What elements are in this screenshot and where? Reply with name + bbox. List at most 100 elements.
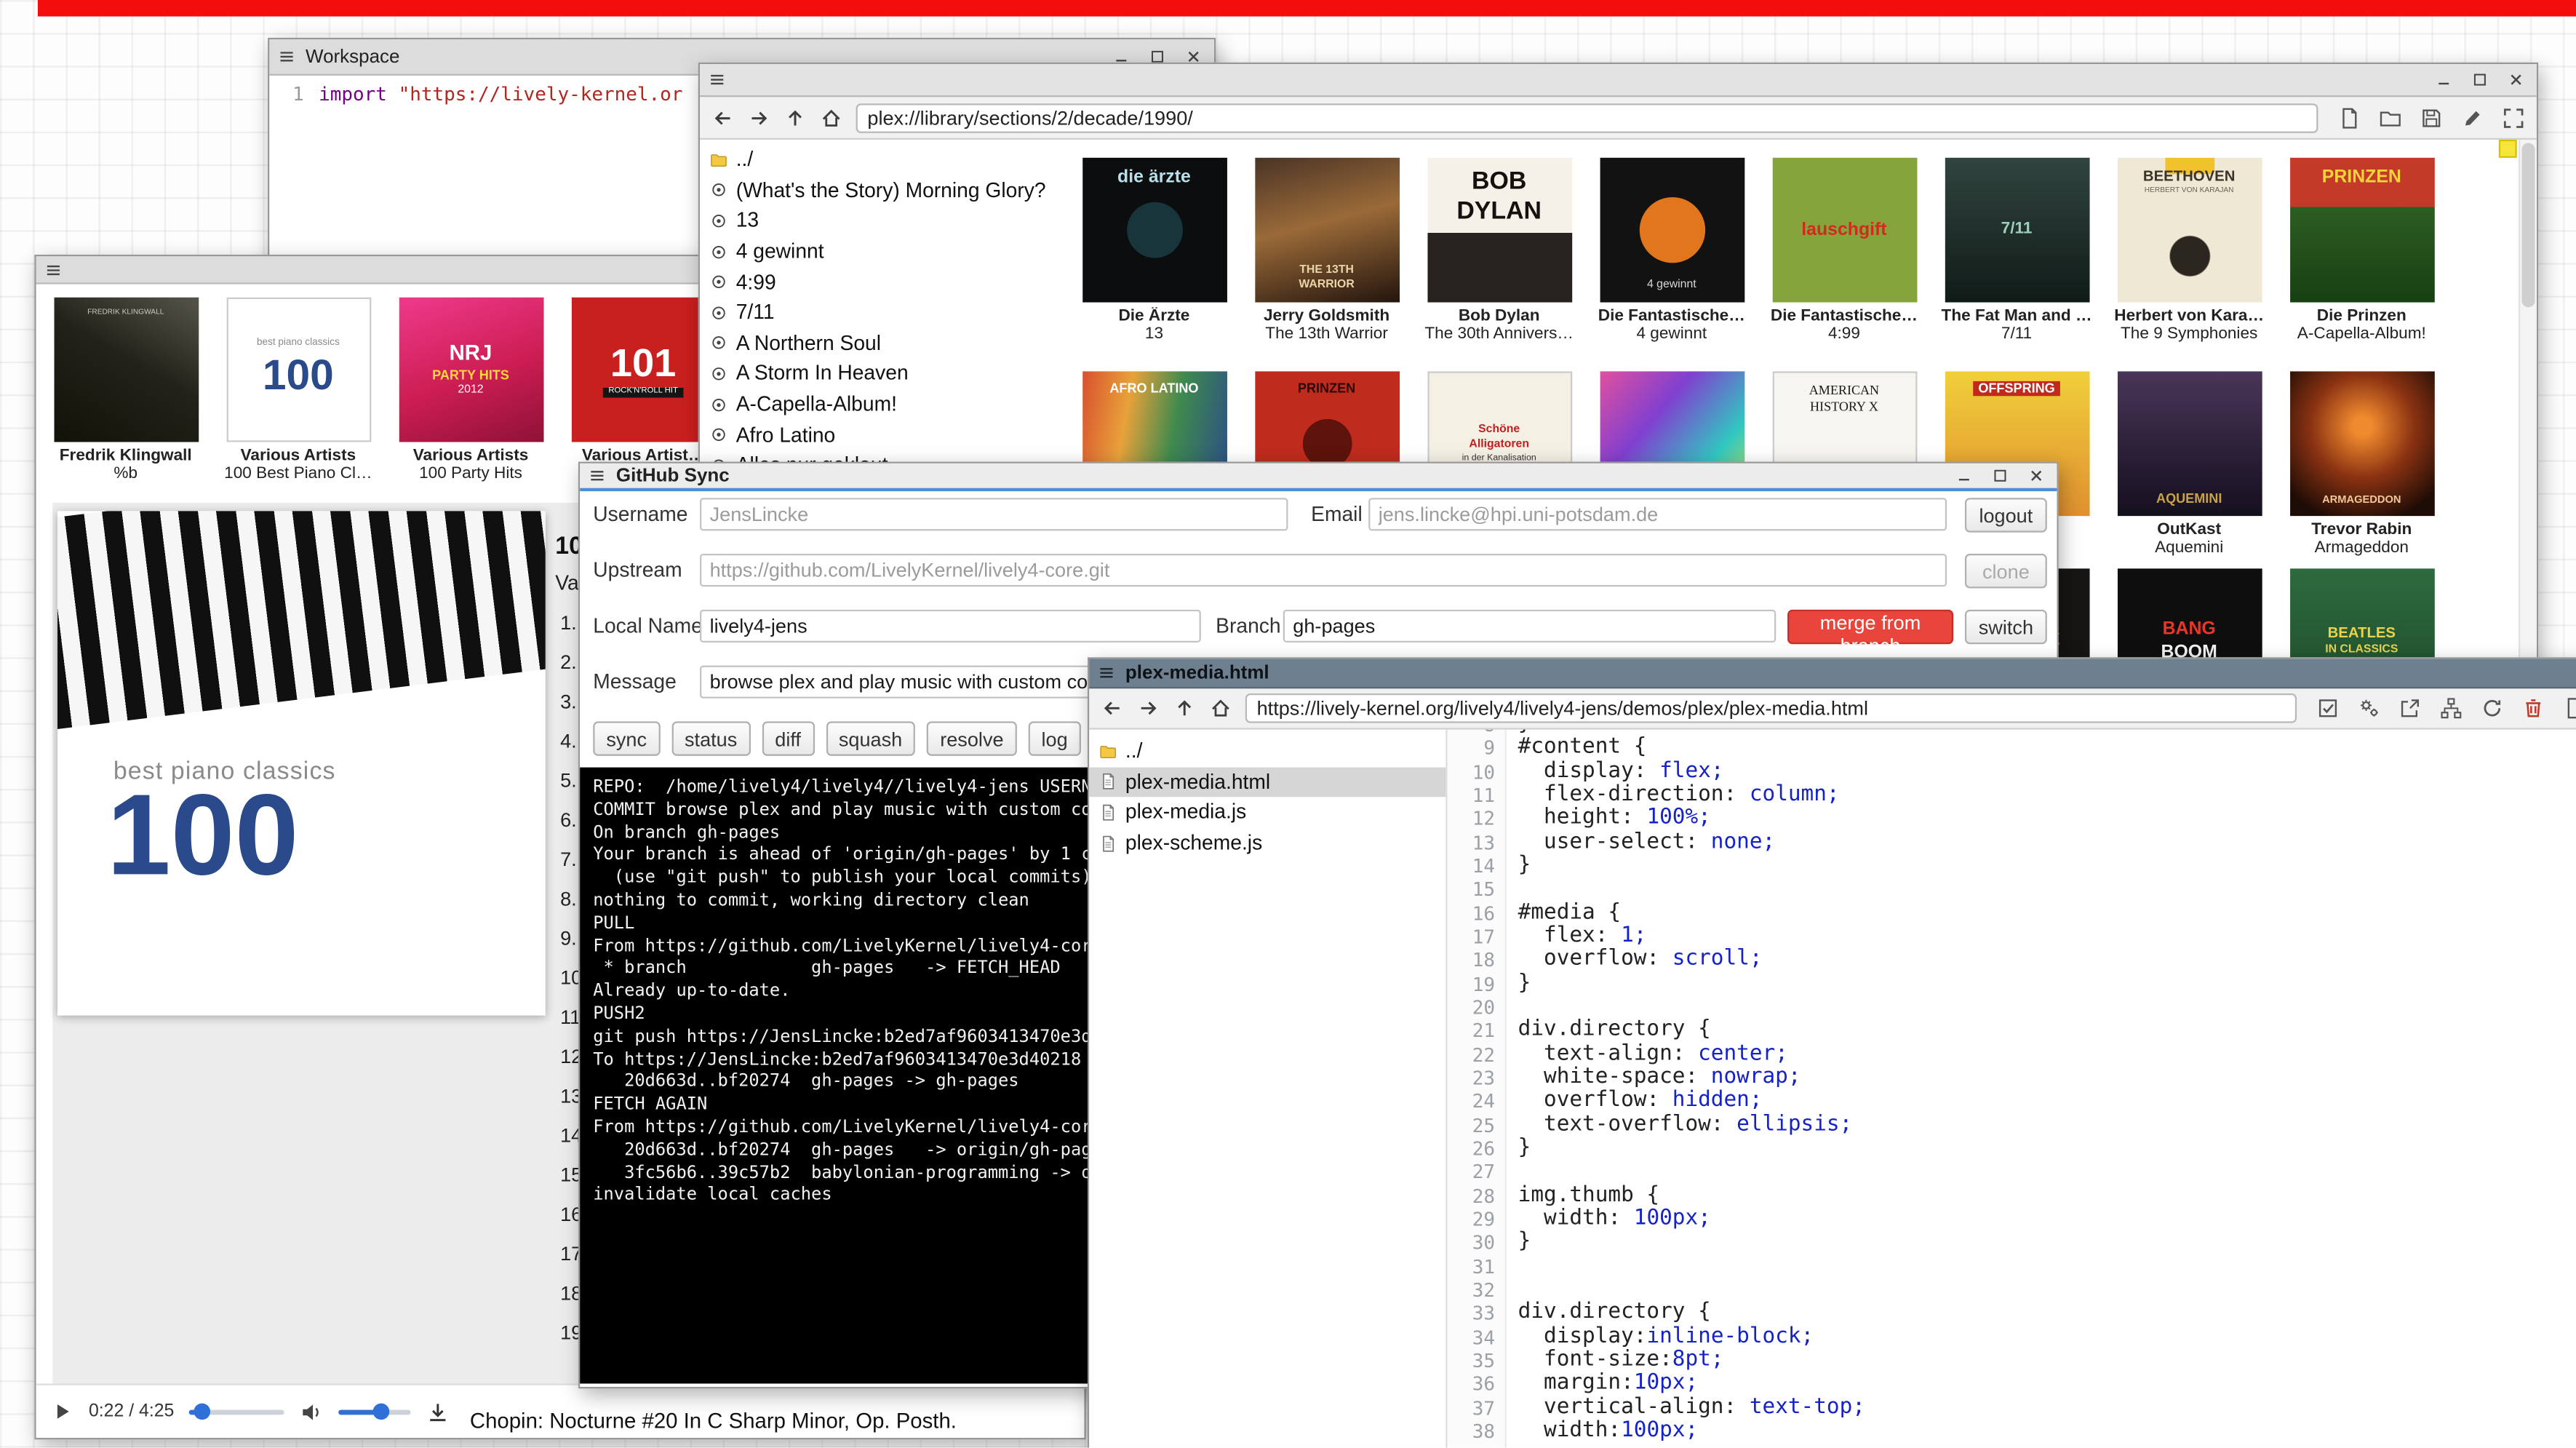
save-icon[interactable] — [2420, 106, 2443, 130]
menu-icon[interactable] — [278, 47, 296, 65]
sync-button[interactable]: sync — [593, 721, 660, 755]
refresh-icon[interactable] — [2481, 697, 2504, 720]
localname-field[interactable] — [700, 610, 1201, 643]
sitemap-icon[interactable] — [2440, 697, 2463, 720]
open-external-icon[interactable] — [2398, 697, 2422, 720]
close-button[interactable] — [2024, 465, 2049, 486]
seek-slider[interactable] — [189, 1409, 284, 1414]
album-item[interactable]: THE 13THWARRIORJerry GoldsmithThe 13th W… — [1240, 158, 1413, 343]
branch-field[interactable] — [1283, 610, 1776, 643]
sidebar-item[interactable]: (What's the Story) Morning Glory? — [700, 175, 1074, 206]
album-item[interactable]: 4 gewinntDie Fantastische…4 gewinnt — [1585, 158, 1758, 343]
github-sync-titlebar[interactable]: GitHub Sync — [580, 464, 2057, 491]
new-file-icon[interactable] — [2338, 106, 2361, 130]
diff-button[interactable]: diff — [762, 721, 814, 755]
folder-icon[interactable] — [2379, 106, 2402, 130]
sidebar-item[interactable]: A-Capella-Album! — [700, 389, 1074, 420]
cover-text: lauschgift — [1801, 220, 1886, 241]
sidebar-item[interactable]: 4:99 — [700, 267, 1074, 298]
editor-line-number: 23 — [1448, 1066, 1495, 1089]
album-title: 7/11 — [1932, 325, 2102, 343]
album-cover-art: 101ROCK'N'ROLL HIT — [571, 298, 716, 442]
sidebar-item[interactable]: Afro Latino — [700, 420, 1074, 450]
album-disc-icon — [710, 181, 728, 199]
code-editor[interactable]: 8910111213141516171819202122232425262728… — [1448, 730, 2576, 1448]
forward-icon[interactable] — [1137, 697, 1160, 720]
volume-icon[interactable] — [299, 1399, 324, 1424]
album-cover-art: AQUEMINI — [2117, 371, 2262, 516]
album-item[interactable]: die ärzteDie Ärzte13 — [1074, 158, 1240, 343]
fullscreen-icon[interactable] — [2502, 106, 2525, 130]
file-item[interactable]: plex-scheme.js — [1089, 828, 1445, 859]
album-item[interactable]: lauschgiftDie Fantastische…4:99 — [1758, 158, 1930, 343]
cover-text-block: 4 gewinnt — [1599, 158, 1744, 303]
minimize-button[interactable] — [1952, 465, 1977, 486]
file-item-label: ../ — [1125, 740, 1143, 763]
download-icon[interactable] — [426, 1399, 450, 1424]
logout-button[interactable]: logout — [1965, 498, 2047, 532]
editor-code[interactable]: }#content { display: flex; flex-directio… — [1507, 730, 2576, 1448]
album-item[interactable]: NRJPARTY HITS2012Various Artists100 Part… — [384, 298, 557, 483]
clone-button[interactable]: clone — [1965, 554, 2047, 588]
album-item[interactable]: BOBDYLANBob DylanThe 30th Annivers… — [1413, 158, 1585, 343]
email-field[interactable] — [1368, 498, 1947, 530]
squash-button[interactable]: squash — [826, 721, 916, 755]
switch-button[interactable]: switch — [1965, 610, 2047, 644]
log-button[interactable]: log — [1028, 721, 1080, 755]
album-item[interactable]: PRINZENDie PrinzenA-Capella-Album! — [2276, 158, 2448, 343]
sidebar-item[interactable]: 7/11 — [700, 298, 1074, 328]
url-input[interactable] — [1245, 693, 2297, 723]
edit-icon[interactable] — [2461, 106, 2484, 130]
album-item[interactable]: AQUEMINIOutKastAquemini — [2103, 371, 2276, 557]
editor-line-number: 17 — [1448, 925, 1495, 948]
accept-edit-icon[interactable] — [2316, 697, 2340, 720]
album-item[interactable]: best piano classics100Various Artists100… — [212, 298, 384, 483]
plex-media-titlebar[interactable]: plex-media.html — [1089, 659, 2576, 689]
username-field[interactable] — [700, 498, 1288, 530]
sidebar-item[interactable]: A Northern Soul — [700, 328, 1074, 359]
home-icon[interactable] — [820, 106, 843, 130]
back-icon[interactable] — [1101, 697, 1124, 720]
file-item[interactable]: plex-media.js — [1089, 797, 1445, 828]
close-button[interactable] — [2504, 69, 2529, 90]
home-icon[interactable] — [1209, 697, 1232, 720]
back-icon[interactable] — [711, 106, 735, 130]
sidebar-item[interactable]: ../ — [700, 145, 1074, 175]
album-item[interactable]: 7/11The Fat Man and …7/11 — [1931, 158, 2103, 343]
sidebar-item[interactable]: 4 gewinnt — [700, 236, 1074, 267]
forward-icon[interactable] — [748, 106, 771, 130]
menu-icon[interactable] — [708, 71, 726, 89]
album-item[interactable]: BEETHOVENHERBERT VON KARAJANHerbert von … — [2103, 158, 2276, 343]
album-item[interactable]: FREDRIK KLINGWALLFredrik Klingwall%b — [39, 298, 212, 483]
delete-icon[interactable] — [2521, 697, 2545, 720]
menu-icon[interactable] — [44, 260, 63, 279]
file-item[interactable]: plex-media.html — [1089, 767, 1445, 797]
album-big-cover[interactable]: best piano classics 100 — [57, 511, 546, 1015]
resolve-button[interactable]: resolve — [927, 721, 1017, 755]
menu-icon[interactable] — [1098, 664, 1116, 682]
upstream-field[interactable] — [700, 554, 1947, 586]
maximize-button[interactable] — [1988, 465, 2013, 486]
menu-icon[interactable] — [588, 466, 606, 485]
album-item[interactable]: ARMAGEDDONTrevor RabinArmageddon — [2276, 371, 2448, 557]
sidebar-item[interactable]: 13 — [700, 206, 1074, 236]
window-title: Workspace — [306, 47, 399, 66]
up-icon[interactable] — [783, 106, 807, 130]
settings-gears-icon[interactable] — [2358, 697, 2381, 720]
minimize-button[interactable] — [2431, 69, 2456, 90]
play-button[interactable] — [51, 1400, 74, 1423]
album-artist: Jerry Goldsmith — [1242, 307, 1411, 325]
file-item[interactable]: ../ — [1089, 736, 1445, 767]
editor-code-line: #content { — [1518, 736, 2576, 760]
editor-code-line: div.directory { — [1518, 1019, 2576, 1043]
new-file-icon[interactable] — [2563, 697, 2576, 720]
volume-slider[interactable] — [338, 1409, 410, 1414]
status-button[interactable]: status — [671, 721, 750, 755]
merge-from-branch-button[interactable]: merge from branch — [1787, 610, 1953, 644]
scrollbar-thumb[interactable] — [2521, 143, 2535, 307]
sidebar-item[interactable]: A Storm In Heaven — [700, 359, 1074, 389]
url-input[interactable] — [856, 103, 2318, 132]
plex-browser-titlebar[interactable] — [700, 64, 2537, 97]
maximize-button[interactable] — [2468, 69, 2492, 90]
up-icon[interactable] — [1173, 697, 1196, 720]
